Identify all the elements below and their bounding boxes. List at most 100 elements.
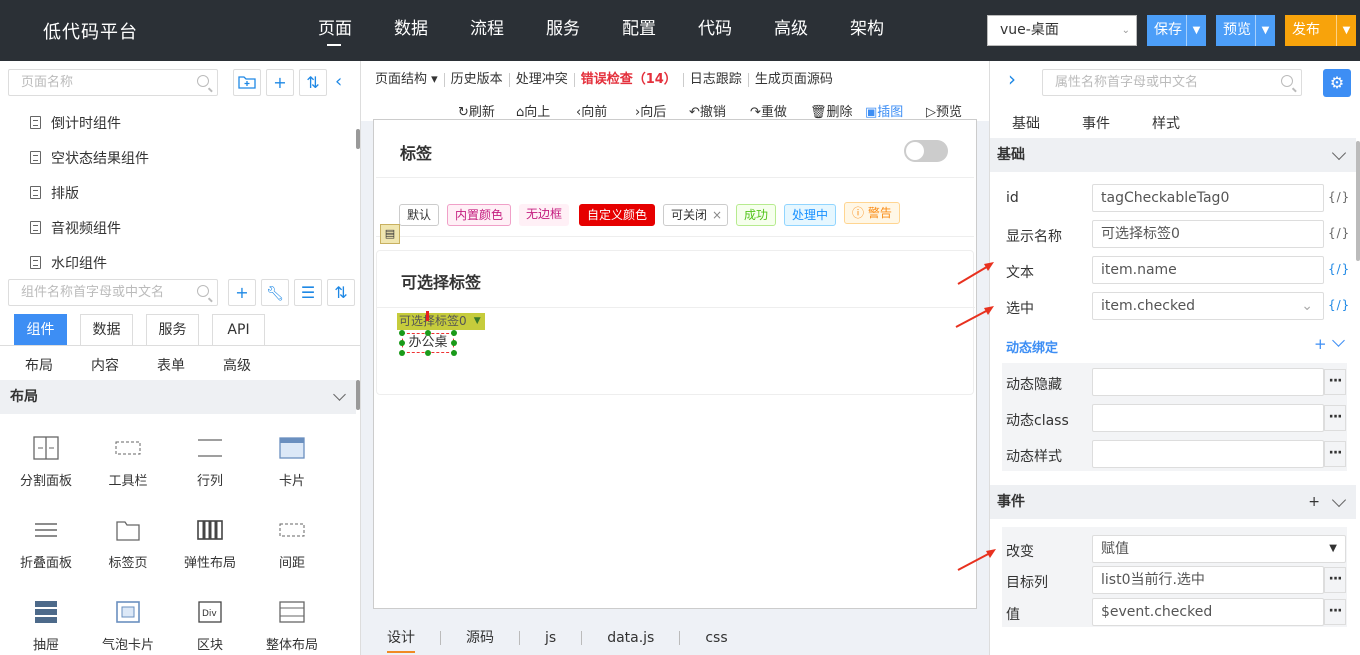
environment-select[interactable]: vue-桌面 ⌄ xyxy=(987,15,1137,46)
id-field[interactable]: tagCheckableTag0 xyxy=(1092,184,1324,212)
more-button[interactable]: ··· xyxy=(1324,599,1346,625)
tag-success[interactable]: 成功 xyxy=(736,204,777,226)
move-back-button[interactable]: ›向后 xyxy=(635,101,666,120)
add-page-button[interactable]: + xyxy=(266,69,294,96)
resize-handle[interactable] xyxy=(425,350,431,356)
tag-custom-color[interactable]: 自定义颜色 xyxy=(579,204,656,226)
toggle-switch[interactable] xyxy=(904,140,948,162)
component-card[interactable]: 卡片 xyxy=(251,430,333,489)
resize-handle[interactable] xyxy=(399,330,405,336)
settings-button[interactable]: ⚙ xyxy=(1323,69,1351,97)
undo-button[interactable]: ↶撤销 xyxy=(689,101,726,120)
tab-data-js[interactable]: data.js xyxy=(582,631,681,645)
property-scrollbar[interactable] xyxy=(1356,141,1360,261)
collapse-left-icon[interactable]: ‹ xyxy=(335,71,342,92)
nav-code[interactable]: 代码 xyxy=(677,0,753,58)
component-overall-layout[interactable]: 整体布局 xyxy=(251,594,333,653)
display-name-field[interactable]: 可选择标签0 xyxy=(1092,220,1324,248)
resize-handle[interactable] xyxy=(425,330,431,336)
nav-advanced[interactable]: 高级 xyxy=(753,0,829,58)
caret-down-icon[interactable]: ▼ xyxy=(1255,15,1275,46)
tab-api[interactable]: API xyxy=(212,314,265,346)
tag-closable[interactable]: 可关闭 × xyxy=(663,204,729,226)
selected-component-label[interactable]: 可选择标签0 ▼ xyxy=(397,313,485,330)
resize-handle[interactable] xyxy=(451,350,457,356)
tag-borderless[interactable]: 无边框 xyxy=(519,204,570,226)
nav-service[interactable]: 服务 xyxy=(525,0,601,58)
component-search-input[interactable]: 组件名称首字母或中文名 xyxy=(8,279,218,306)
more-button[interactable]: ··· xyxy=(1324,369,1346,395)
resize-handle[interactable] xyxy=(399,340,405,346)
event-action-select[interactable]: 赋值 ▼ xyxy=(1092,535,1346,563)
expression-icon[interactable]: {/} xyxy=(1328,190,1350,204)
tab-events[interactable]: 事件 xyxy=(1082,113,1152,133)
add-folder-button[interactable] xyxy=(233,69,261,96)
preview-button[interactable]: 预览 ▼ xyxy=(1216,15,1275,46)
checkable-tag-card[interactable]: 可选择标签 可选择标签0 ▼ 办公桌 xyxy=(376,250,975,395)
target-column-field[interactable]: list0当前行.选中 xyxy=(1092,566,1324,594)
component-handle-icon[interactable]: ▤ xyxy=(380,224,400,244)
component-tabs[interactable]: 标签页 xyxy=(87,512,169,571)
wrench-button[interactable]: 🔧︎ xyxy=(261,279,289,306)
caret-down-icon[interactable]: ▼ xyxy=(474,313,481,330)
caret-down-icon[interactable]: ▼ xyxy=(1186,15,1206,46)
dynamic-hidden-field[interactable] xyxy=(1092,368,1324,396)
canvas-preview-button[interactable]: ▷预览 xyxy=(926,101,962,120)
publish-button[interactable]: 发布 ▼ xyxy=(1285,15,1356,46)
resize-handle[interactable] xyxy=(451,330,457,336)
tab-source[interactable]: 源码 xyxy=(441,631,520,645)
more-button[interactable]: ··· xyxy=(1324,441,1346,467)
page-structure-menu[interactable]: 页面结构 ▾ xyxy=(375,73,445,87)
subtab-content[interactable]: 内容 xyxy=(91,355,157,375)
component-list-scrollbar[interactable] xyxy=(356,380,360,410)
expression-icon[interactable]: {/} xyxy=(1328,262,1350,276)
error-check-button[interactable]: 错误检查（14） xyxy=(575,73,684,87)
more-button[interactable]: ··· xyxy=(1324,567,1346,593)
event-section-header[interactable]: 事件 + xyxy=(990,485,1356,519)
layout-section-header[interactable]: 布局 xyxy=(0,380,356,414)
tab-design[interactable]: 设计 xyxy=(387,631,441,653)
more-button[interactable]: ··· xyxy=(1324,405,1346,431)
page-list-scrollbar[interactable] xyxy=(356,129,360,149)
tab-basic[interactable]: 基础 xyxy=(1012,113,1082,133)
tab-css[interactable]: css xyxy=(680,631,752,645)
close-icon[interactable]: × xyxy=(712,205,722,225)
nav-architecture[interactable]: 架构 xyxy=(829,0,905,58)
list-order-button[interactable]: ☰ xyxy=(294,279,322,306)
property-search-input[interactable]: 属性名称首字母或中文名 xyxy=(1042,69,1302,96)
resolve-conflicts-button[interactable]: 处理冲突 xyxy=(510,73,575,87)
nav-page[interactable]: 页面 xyxy=(297,0,373,58)
log-trace-button[interactable]: 日志跟踪 xyxy=(684,73,749,87)
component-split-panel[interactable]: 分割面板 xyxy=(5,430,87,489)
component-toolbar[interactable]: 工具栏 xyxy=(87,430,169,489)
plus-icon[interactable]: + xyxy=(1308,485,1320,519)
subtab-layout[interactable]: 布局 xyxy=(25,355,91,375)
tab-services[interactable]: 服务 xyxy=(146,314,199,346)
plus-icon[interactable]: + xyxy=(1314,335,1327,353)
page-list-item[interactable]: 空状态结果组件 xyxy=(30,148,149,168)
refresh-button[interactable]: ↻刷新 xyxy=(458,101,495,120)
tab-style[interactable]: 样式 xyxy=(1152,113,1222,133)
expression-icon[interactable]: {/} xyxy=(1328,298,1350,312)
page-list-item[interactable]: 水印组件 xyxy=(30,253,107,273)
delete-button[interactable]: 🗑︎删除 xyxy=(810,101,853,120)
checked-select[interactable]: item.checked ⌄ xyxy=(1092,292,1324,320)
dynamic-class-field[interactable] xyxy=(1092,404,1324,432)
component-row-col[interactable]: 行列 xyxy=(169,430,251,489)
subtab-advanced[interactable]: 高级 xyxy=(223,355,289,375)
nav-flow[interactable]: 流程 xyxy=(449,0,525,58)
resize-handle[interactable] xyxy=(451,340,457,346)
text-field[interactable]: item.name xyxy=(1092,256,1324,284)
component-popover-card[interactable]: 气泡卡片 xyxy=(87,594,169,653)
page-list-item[interactable]: 倒计时组件 xyxy=(30,113,121,133)
expression-icon[interactable]: {/} xyxy=(1328,226,1350,240)
move-up-button[interactable]: ⌂向上 xyxy=(516,101,550,120)
insert-image-button[interactable]: ▣插图 xyxy=(865,101,903,120)
sort-button[interactable]: ⇅ xyxy=(299,69,327,96)
component-spacing[interactable]: 间距 xyxy=(251,512,333,571)
caret-down-icon[interactable]: ▼ xyxy=(1336,15,1356,46)
nav-config[interactable]: 配置 xyxy=(601,0,677,58)
tag-processing[interactable]: 处理中 xyxy=(784,204,837,226)
page-list-item[interactable]: 音视频组件 xyxy=(30,218,121,238)
expand-right-icon[interactable]: › xyxy=(1008,67,1016,91)
